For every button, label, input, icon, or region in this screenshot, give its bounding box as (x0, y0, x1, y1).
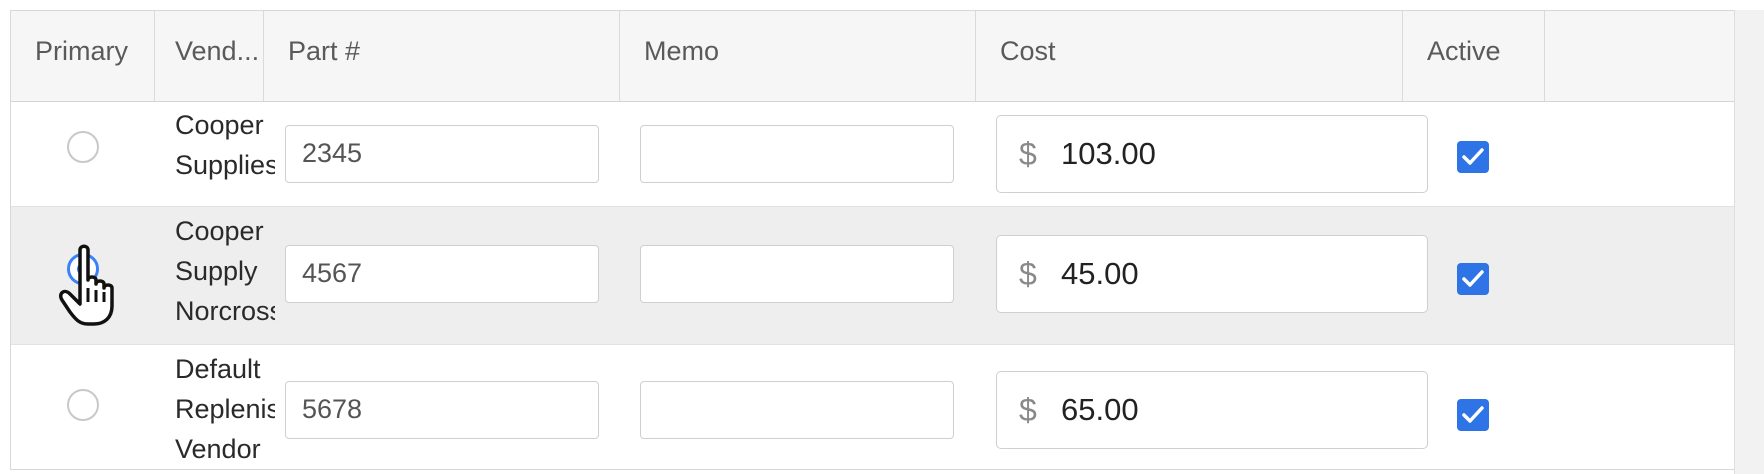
table-row[interactable]: Cooper Supply Norcross 4567 $ 45.00 (11, 207, 1734, 345)
primary-radio[interactable] (67, 389, 99, 421)
column-header-vendor[interactable]: Vend... (155, 11, 264, 101)
vendor-name-line: Cooper (175, 110, 264, 140)
active-checkbox[interactable] (1457, 399, 1489, 431)
vendor-name-line: Replenishment (175, 394, 275, 424)
cost-value: 103.00 (1061, 136, 1156, 171)
active-checkbox[interactable] (1457, 263, 1489, 295)
column-header-active[interactable]: Active (1403, 11, 1545, 101)
cost-value: 45.00 (1061, 256, 1139, 291)
check-icon (1462, 406, 1484, 423)
cost-input[interactable]: $ 65.00 (996, 371, 1428, 449)
vendor-name-line: Supplies (175, 150, 275, 180)
column-header-memo[interactable]: Memo (620, 11, 976, 101)
currency-symbol: $ (1019, 256, 1037, 292)
vendor-name: Default Replenishment Vendor (175, 349, 275, 469)
vendor-parts-grid: Primary Vend... Part # Memo Cost Active … (10, 10, 1734, 470)
vendor-name-line: Vendor (175, 434, 261, 464)
check-icon (1462, 148, 1484, 165)
currency-symbol: $ (1019, 136, 1037, 172)
memo-input[interactable] (640, 245, 954, 303)
memo-input[interactable] (640, 381, 954, 439)
hand-pointer-icon (58, 244, 114, 326)
memo-input[interactable] (640, 125, 954, 183)
part-number-input[interactable]: 5678 (285, 381, 599, 439)
vendor-name-line: Supply (175, 256, 258, 286)
cost-value: 65.00 (1061, 392, 1139, 427)
table-row[interactable]: Cooper Supplies 2345 $ 103.00 (11, 101, 1734, 207)
grid-header: Primary Vend... Part # Memo Cost Active (11, 11, 1734, 102)
table-row[interactable]: Default Replenishment Vendor 5678 $ 65.0… (11, 345, 1734, 469)
column-header-cost[interactable]: Cost (976, 11, 1403, 101)
cost-input[interactable]: $ 45.00 (996, 235, 1428, 313)
vendor-name-line: Cooper (175, 216, 264, 246)
part-number-input[interactable]: 4567 (285, 245, 599, 303)
check-icon (1462, 270, 1484, 287)
vertical-scrollbar[interactable] (1734, 10, 1764, 474)
active-checkbox[interactable] (1457, 141, 1489, 173)
currency-symbol: $ (1019, 392, 1037, 428)
vendor-name: Cooper Supply Norcross (175, 211, 275, 331)
vendor-name-line: Default (175, 354, 261, 384)
column-header-primary[interactable]: Primary (11, 11, 155, 101)
primary-radio[interactable] (67, 131, 99, 163)
part-number-input[interactable]: 2345 (285, 125, 599, 183)
column-header-part-number[interactable]: Part # (264, 11, 620, 101)
vendor-name: Cooper Supplies (175, 105, 275, 185)
cost-input[interactable]: $ 103.00 (996, 115, 1428, 193)
vendor-name-line: Norcross (175, 296, 275, 326)
